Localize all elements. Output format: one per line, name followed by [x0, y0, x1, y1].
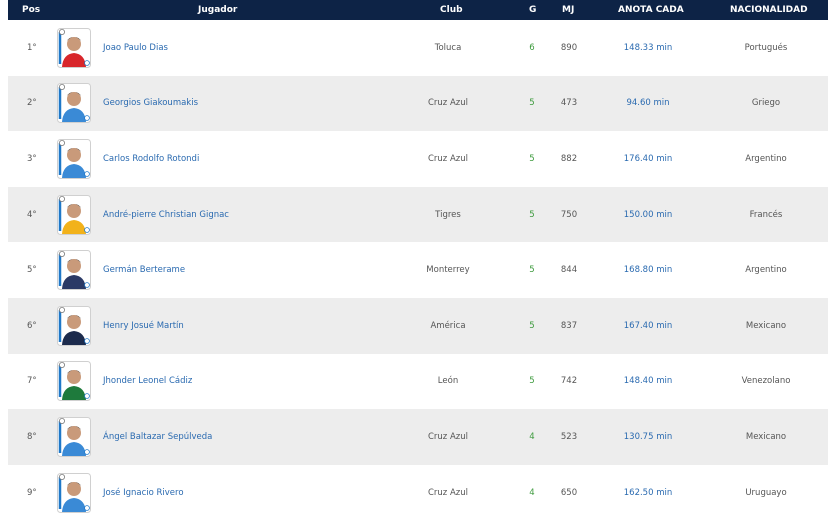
table-row[interactable]: 1° Joao Paulo Dias Toluca 6 890 148.33 min Por…	[8, 20, 828, 76]
header-mj: MJ	[562, 5, 575, 15]
row-pos: 9°	[27, 487, 37, 498]
header-pos: Pos	[22, 5, 41, 15]
player-photo[interactable]	[57, 416, 91, 457]
row-matches: 837	[560, 320, 578, 331]
row-club: Cruz Azul	[427, 153, 469, 164]
row-nationality: Francés	[749, 209, 783, 220]
player-photo[interactable]	[57, 138, 91, 179]
table-row[interactable]: 3° Carlos Rodolfo Rotondi Cruz Azul 5 882 176…	[8, 131, 828, 187]
row-nationality: Argentino	[745, 153, 787, 164]
player-photo[interactable]	[57, 194, 91, 235]
row-goals: 4	[529, 487, 535, 498]
row-goals: 5	[529, 376, 535, 387]
row-club: Cruz Azul	[427, 98, 469, 109]
player-photo[interactable]	[57, 472, 91, 513]
row-pos: 4°	[27, 209, 37, 220]
row-matches: 882	[560, 153, 578, 164]
row-goals: 5	[529, 265, 535, 276]
row-matches: 523	[560, 431, 578, 442]
player-name-link[interactable]: André-pierre Christian Gignac	[103, 210, 229, 220]
row-pos: 3°	[27, 153, 37, 164]
table-row[interactable]: 4° André-pierre Christian Gignac Tigres 5 75…	[8, 186, 828, 243]
row-matches: 844	[560, 265, 578, 276]
row-nationality: Griego	[751, 98, 781, 109]
row-rate: 148.40 min	[623, 376, 673, 387]
header-rate: ANOTA CADA	[618, 5, 684, 15]
table-row[interactable]: 5° Germán Berterame Monterrey 5 844 168.80 mi…	[8, 242, 828, 298]
row-nationality: Venezolano	[741, 376, 791, 387]
row-club: Monterrey	[426, 265, 470, 276]
row-club: Toluca	[434, 42, 462, 53]
row-rate: 94.60 min	[626, 98, 670, 109]
row-goals: 5	[529, 98, 535, 109]
header-nationality: NACIONALIDAD	[730, 5, 808, 15]
row-rate: 150.00 min	[623, 209, 673, 220]
row-club: Tigres	[435, 209, 461, 220]
row-matches: 890	[560, 42, 578, 53]
row-nationality: Portugués	[744, 42, 788, 53]
row-goals: 5	[529, 209, 535, 220]
row-goals: 6	[529, 42, 535, 53]
row-goals: 4	[529, 431, 535, 442]
row-club: Cruz Azul	[427, 487, 469, 498]
row-rate: 167.40 min	[623, 320, 673, 331]
player-photo[interactable]	[57, 27, 91, 68]
table-row[interactable]: 8° Ángel Baltazar Sepúlveda Cruz Azul 4 523 1…	[8, 409, 828, 465]
row-pos: 2°	[27, 98, 37, 109]
scorers-table: Pos Jugador Club G MJ ANOTA CADA NACIONA…	[8, 0, 828, 520]
row-goals: 5	[529, 153, 535, 164]
table-row[interactable]: 2° Georgios Giakoumakis Cruz Azul 5 473 94.60…	[8, 75, 828, 132]
player-photo[interactable]	[57, 361, 91, 402]
row-matches: 650	[560, 487, 578, 498]
player-name-link[interactable]: Carlos Rodolfo Rotondi	[103, 154, 199, 164]
table-body: 1° Joao Paulo Dias Toluca 6 890 148.33 min Por…	[8, 20, 828, 520]
row-rate: 162.50 min	[623, 487, 673, 498]
header-goals: G	[529, 5, 537, 15]
row-matches: 750	[560, 209, 578, 220]
row-nationality: Uruguayo	[745, 487, 787, 498]
player-name-link[interactable]: Germán Berterame	[103, 265, 185, 275]
row-pos: 7°	[27, 376, 37, 387]
player-photo[interactable]	[57, 83, 91, 124]
table-header: Pos Jugador Club G MJ ANOTA CADA NACIONA…	[8, 0, 828, 20]
row-pos: 6°	[27, 320, 37, 331]
row-matches: 473	[560, 98, 578, 109]
row-pos: 1°	[27, 42, 37, 53]
player-name-link[interactable]: José Ignacio Rivero	[103, 488, 184, 498]
player-name-link[interactable]: Georgios Giakoumakis	[103, 98, 198, 108]
row-rate: 168.80 min	[623, 265, 673, 276]
player-name-link[interactable]: Ángel Baltazar Sepúlveda	[103, 432, 212, 442]
row-rate: 176.40 min	[623, 153, 673, 164]
header-club: Club	[440, 5, 463, 15]
player-name-link[interactable]: Joao Paulo Dias	[103, 43, 168, 53]
player-photo[interactable]	[57, 250, 91, 291]
table-row[interactable]: 9° José Ignacio Rivero Cruz Azul 4 650 162.50…	[8, 465, 828, 520]
row-nationality: Argentino	[745, 265, 787, 276]
row-club: América	[430, 320, 466, 331]
player-photo[interactable]	[57, 305, 91, 346]
row-matches: 742	[560, 376, 578, 387]
player-name-link[interactable]: Henry Josué Martín	[103, 321, 184, 331]
row-rate: 148.33 min	[623, 42, 673, 53]
header-player: Jugador	[198, 5, 238, 15]
row-goals: 5	[529, 320, 535, 331]
row-nationality: Mexicano	[745, 431, 787, 442]
table-row[interactable]: 7° Jhonder Leonel Cádiz León 5 742 148.40 min…	[8, 354, 828, 410]
row-nationality: Mexicano	[745, 320, 787, 331]
row-rate: 130.75 min	[623, 431, 673, 442]
player-name-link[interactable]: Jhonder Leonel Cádiz	[103, 376, 192, 386]
row-pos: 5°	[27, 265, 37, 276]
row-club: León	[437, 376, 459, 387]
row-pos: 8°	[27, 431, 37, 442]
table-row[interactable]: 6° Henry Josué Martín América 5 837 167.40 mi…	[8, 297, 828, 354]
row-club: Cruz Azul	[427, 431, 469, 442]
